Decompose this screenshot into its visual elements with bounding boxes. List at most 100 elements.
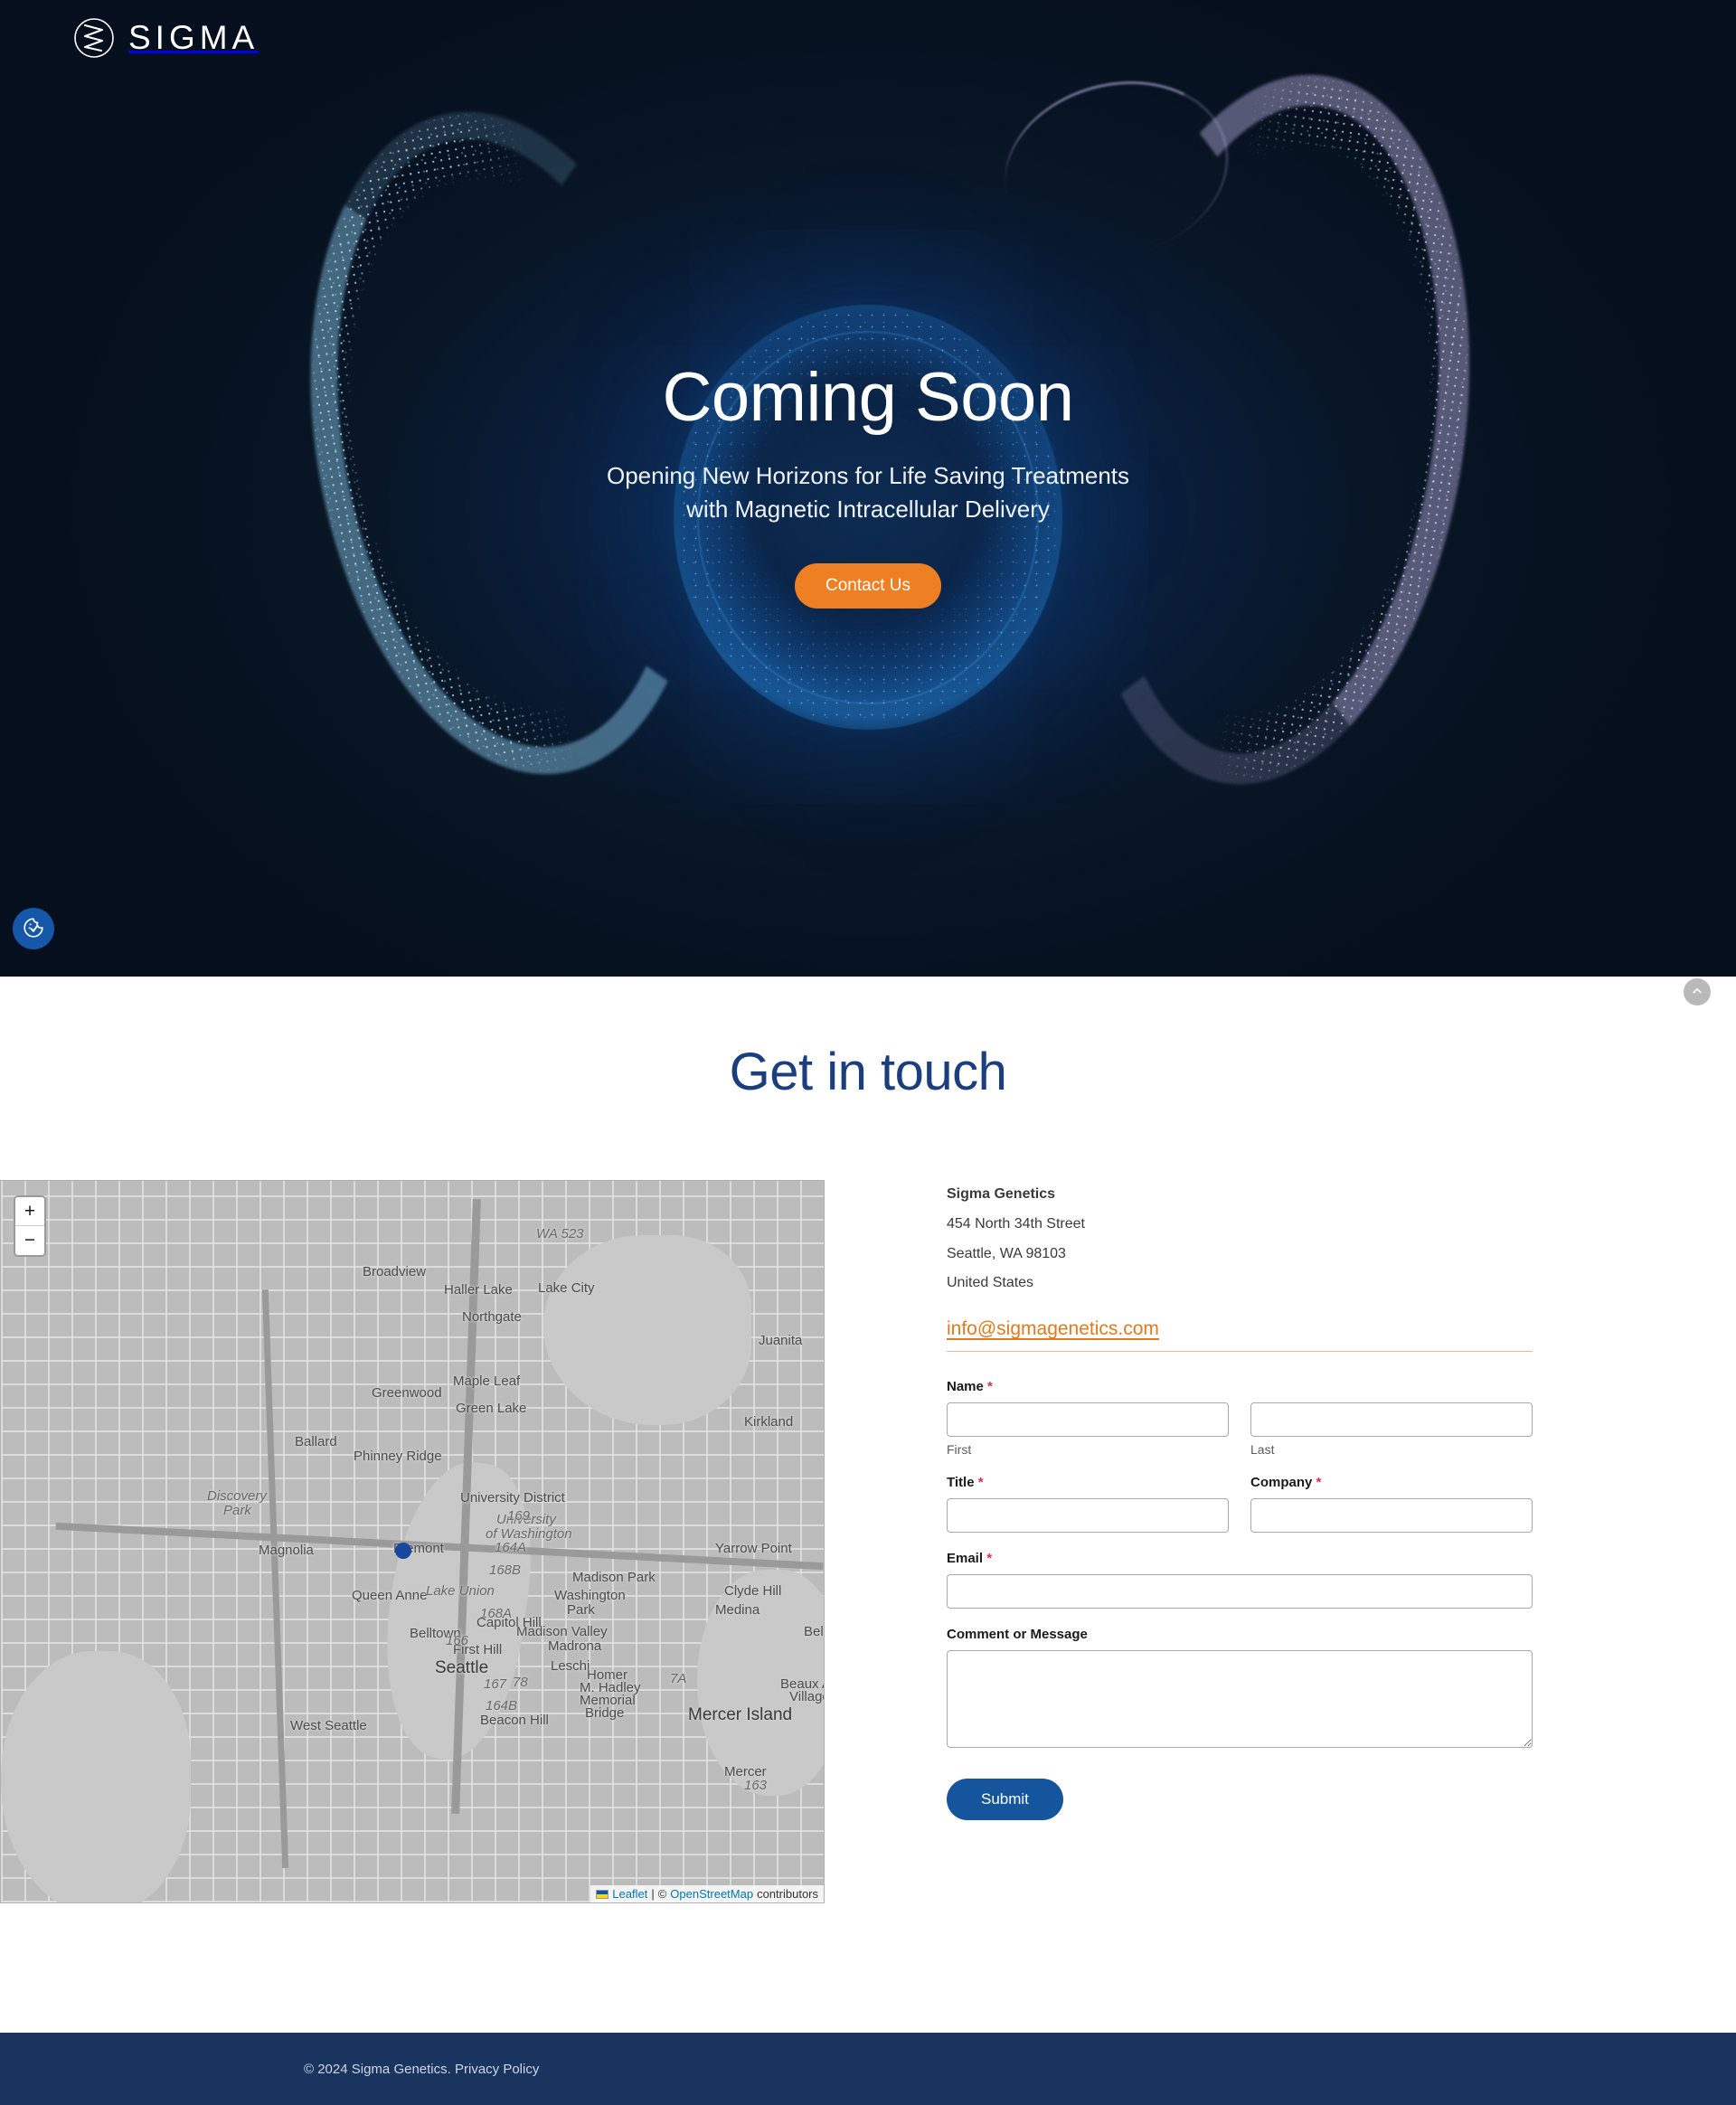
email-label-text: Email [947,1551,984,1567]
map-label: Greenwood [372,1385,442,1401]
map-label: Northgate [462,1309,522,1325]
map-label: Clyde Hill [724,1583,782,1599]
map-label: Green Lake [456,1401,527,1416]
title-required-asterisk: * [977,1475,984,1491]
map-label: 168B [489,1562,522,1578]
map-label: West Seattle [290,1718,367,1733]
address-line-2: Seattle, WA 98103 [947,1245,1066,1261]
map-label: Bel [804,1624,824,1639]
map-label: Washington [554,1588,626,1603]
map-label: Phinney Ridge [354,1449,442,1464]
map-label: Seattle [435,1658,489,1677]
email-label: Email * [947,1551,1533,1566]
name-field-group: Name * First Last [947,1379,1533,1457]
email-field-group: Email * [947,1551,1533,1609]
submit-button[interactable]: Submit [947,1779,1063,1821]
map-label: Queen Anne [352,1588,428,1603]
privacy-policy-link[interactable]: Privacy Policy [455,2062,539,2077]
map-label: 164A [495,1540,527,1555]
hero-subtitle-line1: Opening New Horizons for Life Saving Tre… [606,461,1130,489]
location-map[interactable]: WA 523 Broadview Haller Lake Lake City North… [0,1180,825,1903]
footer-copyright: © 2024 Sigma Genetics. [304,2061,451,2077]
openstreetmap-link[interactable]: OpenStreetMap [670,1887,753,1901]
company-name: Sigma Genetics [947,1186,1056,1202]
chevron-up-icon [1691,985,1703,1000]
map-label: 167 [484,1676,507,1692]
title-company-row: Title * Company * [947,1475,1533,1534]
map-label: Village [789,1689,824,1704]
hero-copy: Coming Soon Opening New Horizons for Lif… [416,362,1320,609]
contact-form-column: Sigma Genetics 454 North 34th Street Sea… [947,1180,1533,1821]
map-label: Broadview [363,1264,427,1279]
map-label: Park [567,1602,595,1618]
message-textarea[interactable] [947,1650,1533,1749]
company-label-text: Company [1250,1475,1313,1491]
map-label: 163 [744,1778,768,1793]
name-label: Name * [947,1379,1533,1394]
hero-subtitle: Opening New Horizons for Life Saving Tre… [416,459,1320,527]
contact-email-link[interactable]: info@sigmagenetics.com [947,1318,1533,1340]
company-address: Sigma Genetics 454 North 34th Street Sea… [947,1180,1533,1298]
hero-subtitle-line2: with Magnetic Intracellular Delivery [686,496,1050,524]
title-field-group: Title * [947,1475,1229,1534]
map-location-marker[interactable] [395,1543,411,1559]
site-footer: © 2024 Sigma Genetics. Privacy Policy [0,2033,1736,2105]
map-label: Ballard [295,1434,337,1449]
map-label: 78 [513,1675,528,1690]
map-label: Capitol Hill [476,1615,542,1630]
map-label: Mercer Island [688,1705,793,1724]
email-input[interactable] [947,1574,1533,1609]
map-zoom-controls[interactable]: + − [14,1195,46,1257]
company-label: Company * [1250,1475,1533,1490]
map-label: 166 [446,1633,469,1648]
map-attribution: Leaflet | © OpenStreetMap contributors [590,1885,824,1902]
scroll-to-top-button[interactable] [1684,978,1711,1005]
map-label: Madrona [548,1638,602,1654]
message-label: Comment or Message [947,1627,1088,1643]
ukraine-flag-icon [596,1889,609,1899]
map-label: Juanita [759,1333,803,1348]
map-label: Lake Union [426,1583,495,1599]
last-name-input[interactable] [1250,1402,1533,1438]
title-label: Title * [947,1475,1229,1490]
map-label: Kirkland [744,1414,794,1430]
first-name-sublabel: First [947,1442,972,1458]
map-zoom-in-button[interactable]: + [15,1197,44,1226]
map-label: Magnolia [259,1543,314,1558]
address-line-3: United States [947,1275,1034,1291]
contact-divider [947,1351,1533,1353]
map-label: Lake City [538,1280,595,1296]
page-title: Get in touch [729,1043,1007,1101]
map-water-puget-sound [1,1651,191,1902]
map-label: Yarrow Point [715,1541,792,1556]
cookie-consent-icon [22,916,45,942]
company-input[interactable] [1250,1498,1533,1534]
title-input[interactable] [947,1498,1229,1534]
attribution-contributors: contributors [757,1887,818,1901]
hero-section: SIGMA Coming Soon Opening New Horizons f… [0,0,1736,977]
address-line-1: 454 North 34th Street [947,1215,1085,1232]
last-name-col: Last [1250,1402,1533,1457]
map-label: Discovery [207,1488,267,1504]
map-label: Madison Park [572,1570,656,1585]
message-field-group: Comment or Message [947,1627,1533,1749]
first-name-col: First [947,1402,1229,1457]
contact-us-button[interactable]: Contact Us [795,563,941,609]
map-label: Leschi [551,1658,590,1674]
site-logo[interactable]: SIGMA [72,16,259,60]
map-label: Park [223,1503,251,1518]
map-zoom-out-button[interactable]: − [15,1226,44,1255]
map-label: University District [460,1490,565,1506]
footer-text: © 2024 Sigma Genetics. Privacy Policy [304,2062,539,2077]
name-inputs-row: First Last [947,1402,1533,1457]
leaflet-link[interactable]: Leaflet [612,1887,647,1901]
company-field-group: Company * [1250,1475,1533,1534]
map-label: 169 [507,1508,531,1524]
attribution-separator: | [651,1887,655,1901]
map-label: 164B [486,1698,518,1713]
map-label: WA 523 [536,1226,584,1241]
attribution-copyright: © [657,1887,667,1901]
cookie-consent-button[interactable] [13,908,54,949]
sigma-globe-icon [72,16,116,60]
first-name-input[interactable] [947,1402,1229,1438]
